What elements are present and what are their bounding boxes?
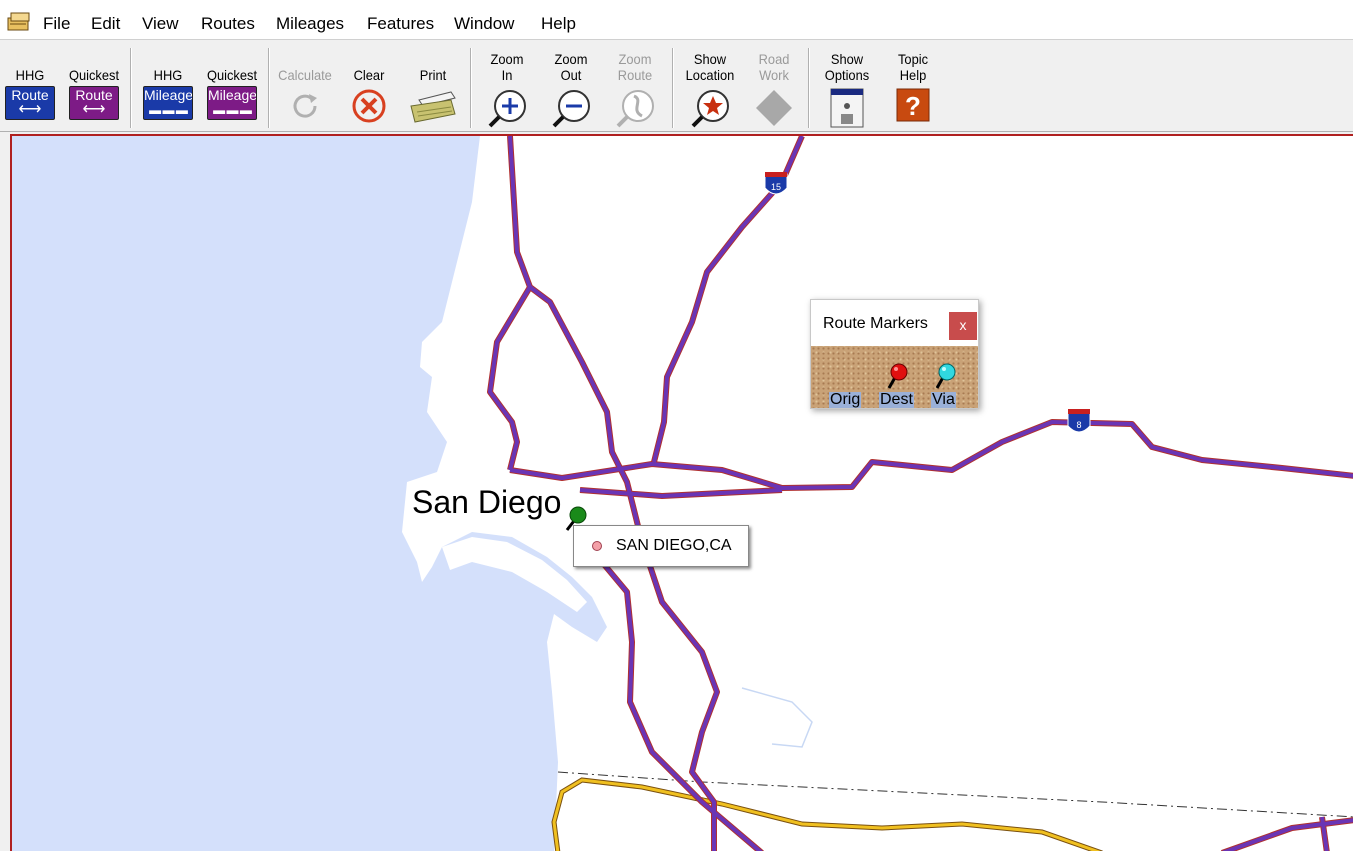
topic-help-button[interactable]: Topic Help ? — [884, 48, 942, 128]
topic-help-question-icon: ? — [896, 88, 930, 122]
mexico-roads — [551, 777, 1103, 851]
route-sign-icon: Route ⟷ — [69, 86, 119, 120]
route-markers-title: Route Markers — [823, 315, 928, 332]
calculate-label: Calculate — [278, 67, 332, 83]
hhg-mileage-label: HHG — [153, 67, 183, 83]
app-icon — [7, 12, 30, 31]
road-work-button[interactable]: Road Work — [748, 48, 800, 128]
double-arrow-icon: ⟷ — [18, 101, 42, 118]
road-work-label-2: Work — [759, 67, 789, 83]
zoom-route-label-2: Route — [617, 67, 653, 83]
via-pin-icon — [935, 363, 956, 389]
calculate-refresh-icon — [293, 94, 317, 118]
zoom-in-label-1: Zoom — [490, 51, 524, 67]
hhg-mileage-button[interactable]: HHG Mileage ▬ ▬ ▬ — [140, 48, 196, 128]
quickest-mileage-button[interactable]: Quickest Mileage ▬ ▬ ▬ — [202, 48, 262, 128]
interstate-15-shield: 15 — [764, 172, 788, 195]
svg-text:8: 8 — [1076, 420, 1081, 430]
quickest-route-label: Quickest — [68, 67, 120, 83]
map-view[interactable]: 15 8 — [10, 134, 1353, 851]
city-label-san-diego: San Diego — [412, 484, 562, 520]
menu-routes[interactable]: Routes — [201, 14, 255, 34]
zoom-out-label-2: Out — [560, 67, 582, 83]
dashes-icon: ▬ ▬ ▬ — [213, 103, 252, 117]
quickest-route-button[interactable]: Quickest Route ⟷ — [64, 48, 124, 128]
menu-file[interactable]: File — [43, 14, 70, 34]
close-icon[interactable]: x — [949, 312, 977, 340]
clear-label: Clear — [353, 67, 385, 83]
zoom-in-magnifier-icon — [488, 90, 526, 128]
toolbar-separator — [672, 48, 674, 128]
route-sign-icon: Route ⟷ — [5, 86, 55, 120]
location-tooltip: SAN DIEGO,CA — [573, 525, 749, 567]
road-work-diamond-icon — [756, 90, 792, 126]
mileage-sign-icon: Mileage ▬ ▬ ▬ — [207, 86, 257, 120]
location-tooltip-text: SAN DIEGO,CA — [616, 537, 732, 554]
show-options-label-2: Options — [824, 67, 870, 83]
dashes-icon: ▬ ▬ ▬ — [149, 103, 188, 117]
calculate-button[interactable]: Calculate — [274, 48, 336, 128]
toolbar-separator — [268, 48, 270, 128]
location-dot-icon — [592, 541, 602, 551]
orig-marker-label: Orig — [829, 391, 862, 408]
topic-help-label-2: Help — [899, 67, 927, 83]
printer-icon — [410, 91, 456, 123]
menu-window[interactable]: Window — [454, 14, 514, 34]
route-markers-body: Orig Dest Via — [811, 346, 978, 408]
toolbar-separator — [130, 48, 132, 128]
show-options-label-1: Show — [830, 51, 864, 67]
quickest-mileage-label: Quickest — [206, 67, 258, 83]
menu-help[interactable]: Help — [541, 14, 576, 34]
hhg-route-label: HHG — [15, 67, 45, 83]
zoom-out-magnifier-icon — [552, 90, 590, 128]
orig-marker-button[interactable]: Orig — [825, 346, 865, 408]
toolbar-separator — [808, 48, 810, 128]
toolbar-separator — [470, 48, 472, 128]
zoom-route-button[interactable]: Zoom Route — [606, 48, 664, 128]
mileage-sign-icon: Mileage ▬ ▬ ▬ — [143, 86, 193, 120]
show-options-window-icon — [830, 88, 864, 128]
topic-help-label-1: Topic — [897, 51, 929, 67]
zoom-route-magnifier-icon — [616, 90, 654, 128]
dest-pin-icon — [887, 363, 908, 389]
show-location-button[interactable]: Show Location — [678, 48, 742, 128]
menu-edit[interactable]: Edit — [91, 14, 120, 34]
toolbar: HHG Route ⟷ Quickest Route ⟷ HHG Mileage… — [0, 40, 1353, 132]
road-work-label-1: Road — [758, 51, 790, 67]
hhg-route-button[interactable]: HHG Route ⟷ — [2, 48, 58, 128]
zoom-out-label-1: Zoom — [554, 51, 588, 67]
menu-features[interactable]: Features — [367, 14, 434, 34]
quickest-mileage-sign-text: Mileage — [208, 87, 257, 103]
clear-button[interactable]: Clear — [342, 48, 396, 128]
dest-marker-button[interactable]: Dest — [877, 346, 917, 408]
hhg-mileage-sign-text: Mileage — [144, 87, 193, 103]
dest-marker-label: Dest — [879, 391, 914, 408]
show-location-label-2: Location — [685, 67, 735, 83]
menu-bar: File Edit View Routes Mileages Features … — [0, 0, 1353, 40]
print-button[interactable]: Print — [404, 48, 462, 128]
zoom-in-label-2: In — [501, 67, 513, 83]
river — [741, 687, 813, 748]
menu-view[interactable]: View — [142, 14, 179, 34]
menu-mileages[interactable]: Mileages — [276, 14, 344, 34]
via-marker-button[interactable]: Via — [929, 346, 969, 408]
svg-text:?: ? — [905, 91, 921, 121]
map-canvas[interactable]: 15 8 — [12, 136, 1353, 851]
svg-text:15: 15 — [771, 182, 781, 192]
zoom-out-button[interactable]: Zoom Out — [542, 48, 600, 128]
route-markers-palette: Route Markers x Orig Dest Via — [810, 299, 979, 409]
show-location-star-icon — [691, 90, 729, 128]
print-label: Print — [419, 67, 447, 83]
interstate-8-shield: 8 — [1067, 409, 1091, 433]
zoom-route-label-1: Zoom — [618, 51, 652, 67]
show-options-button[interactable]: Show Options — [816, 48, 878, 128]
highways — [487, 136, 1353, 851]
clear-x-circle-icon — [352, 89, 386, 123]
show-location-label-1: Show — [693, 51, 727, 67]
zoom-in-button[interactable]: Zoom In — [478, 48, 536, 128]
via-marker-label: Via — [931, 391, 956, 408]
double-arrow-icon: ⟷ — [82, 101, 106, 118]
